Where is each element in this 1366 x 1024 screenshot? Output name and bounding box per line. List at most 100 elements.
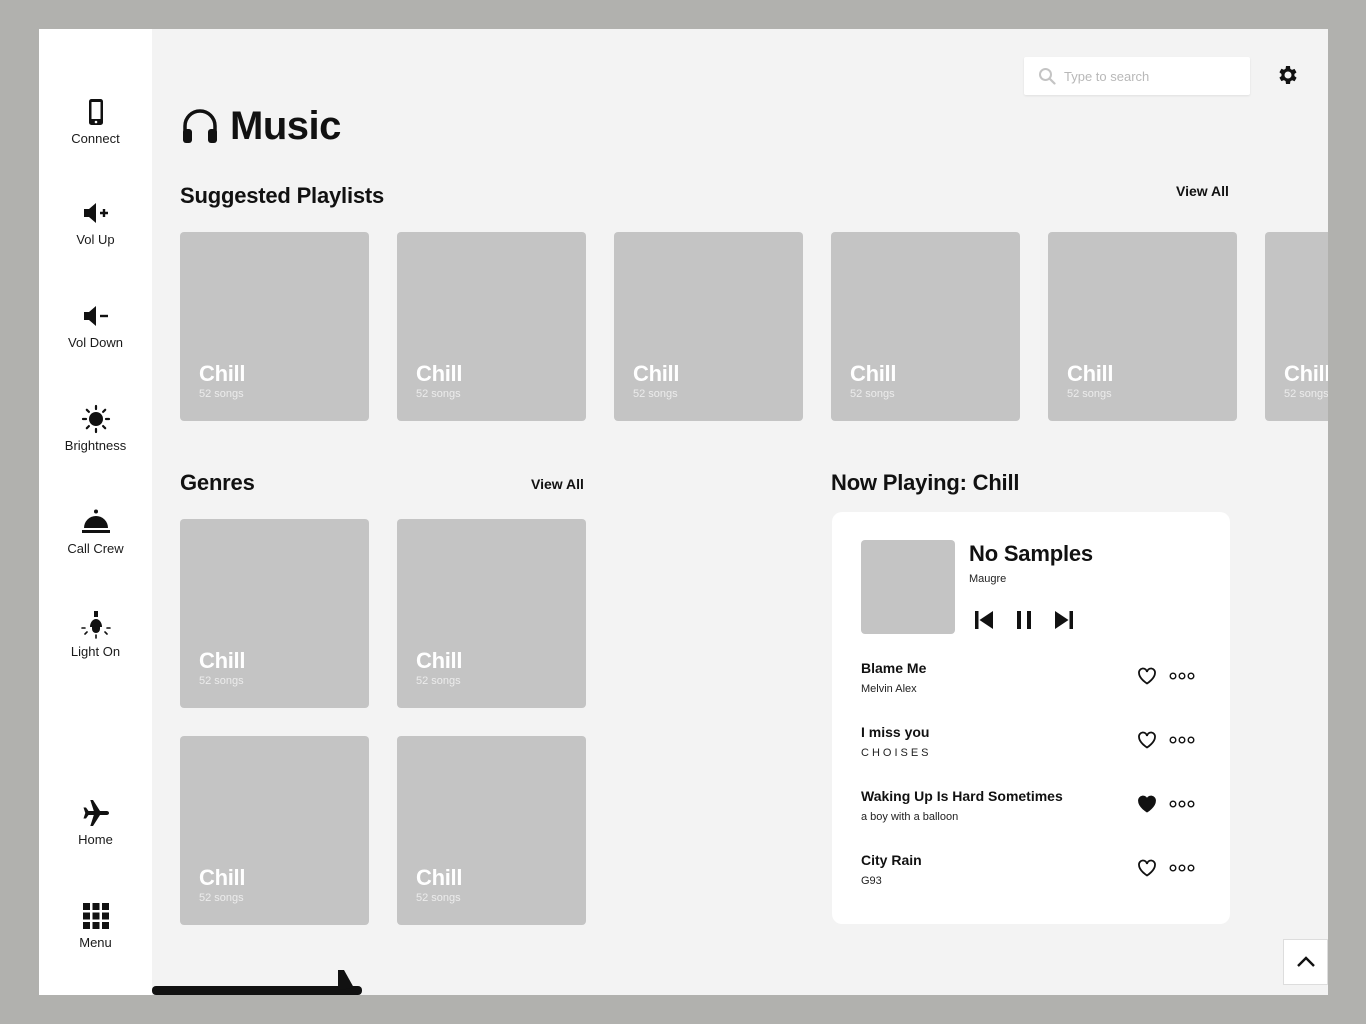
card-subtitle: 52 songs [1067,388,1112,400]
song-title: Waking Up Is Hard Sometimes [861,788,1063,804]
card-title: Chill [199,361,246,386]
playlist-card[interactable]: Chill 52 songs [614,232,803,421]
search-box[interactable] [1024,57,1250,95]
sidebar-item-menu[interactable]: Menu [39,901,152,950]
card-subtitle: 52 songs [199,675,244,687]
sidebar-item-label: Home [78,832,113,847]
current-track-artist: Maugre [969,573,1007,585]
card-subtitle: 52 songs [1284,388,1328,400]
suggested-playlists-title: Suggested Playlists [180,183,385,208]
sidebar-item-label: Menu [79,935,112,950]
sidebar: Connect Vol Up Vol Down Brightness Call … [39,29,152,995]
sidebar-item-label: Connect [71,131,120,146]
suggested-view-all-link[interactable]: View All [1176,183,1229,199]
playlist-card[interactable]: Chill 52 songs [831,232,1020,421]
card-title: Chill [416,865,463,890]
card-subtitle: 52 songs [416,892,461,904]
sidebar-item-label: Light On [70,644,121,659]
playlist-card[interactable]: Chill 52 songs [180,232,369,421]
now-playing-title: Now Playing: Chill [831,470,1020,495]
sun-icon [39,404,152,434]
genre-card[interactable]: Chill 52 songs [397,519,586,708]
volume-down-icon [39,301,152,331]
more-options-icon[interactable] [1169,670,1195,682]
card-title: Chill [416,361,463,386]
song-title: Blame Me [861,660,927,676]
card-title: Chill [199,865,246,890]
genre-card[interactable]: Chill 52 songs [180,736,369,925]
sidebar-item-vol-down[interactable]: Vol Down [39,301,152,350]
sidebar-item-label: Call Crew [67,541,124,556]
genres-title: Genres [180,470,255,495]
card-title: Chill [1067,361,1114,386]
song-title: City Rain [861,852,922,868]
heart-outline-icon[interactable] [1137,731,1157,749]
card-subtitle: 52 songs [416,388,461,400]
more-options-icon[interactable] [1169,862,1195,874]
card-subtitle: 52 songs [850,388,895,400]
genre-card[interactable]: Chill 52 songs [397,736,586,925]
scroll-to-top-button[interactable] [1283,939,1328,985]
sidebar-item-connect[interactable]: Connect [39,97,152,146]
song-row[interactable]: Blame Me Melvin Alex [861,660,1201,704]
song-row[interactable]: I miss you CHOISES [861,724,1201,768]
sidebar-item-home[interactable]: Home [39,798,152,847]
search-icon [1039,68,1056,85]
lamp-icon [39,610,152,640]
chevron-up-icon [1297,956,1315,967]
main-content: Music Suggested Playlists View All Chill… [152,29,1328,995]
sidebar-item-label: Vol Down [68,335,123,350]
album-art [861,540,955,634]
card-title: Chill [850,361,897,386]
headphones-icon [183,109,217,143]
sidebar-item-light-on[interactable]: Light On [39,610,152,659]
song-artist: Melvin Alex [861,683,917,695]
grid-icon [39,901,152,931]
page-title: Music [180,103,341,149]
card-title: Chill [199,648,246,673]
playlist-card[interactable]: Chill 52 songs [397,232,586,421]
song-row[interactable]: Waking Up Is Hard Sometimes a boy with a… [861,788,1201,832]
heart-outline-icon[interactable] [1137,667,1157,685]
genres-view-all-link[interactable]: View All [531,476,584,492]
phone-icon [39,97,152,127]
heart-filled-icon[interactable] [1137,795,1157,813]
airplane-icon [39,798,152,828]
flight-progress-bar [152,970,362,995]
skip-forward-icon [1055,611,1073,629]
sidebar-item-label: Vol Up [76,232,115,247]
playlist-card[interactable]: Chill 52 songs [1048,232,1237,421]
sidebar-item-call-crew[interactable]: Call Crew [39,507,152,556]
service-bell-icon [39,507,152,537]
previous-button[interactable] [972,608,996,637]
skip-back-icon [975,611,993,629]
settings-button[interactable] [1276,63,1300,92]
page-title-text: Music [230,103,341,148]
playlist-card[interactable]: Chill 52 songs [1265,232,1328,421]
more-options-icon[interactable] [1169,734,1195,746]
card-title: Chill [416,648,463,673]
genre-card[interactable]: Chill 52 songs [180,519,369,708]
card-title: Chill [1284,361,1328,386]
search-input[interactable] [1064,57,1244,95]
pause-icon [1017,611,1031,629]
card-title: Chill [633,361,680,386]
song-title: I miss you [861,724,930,740]
card-subtitle: 52 songs [416,675,461,687]
sidebar-item-vol-up[interactable]: Vol Up [39,198,152,247]
sidebar-item-brightness[interactable]: Brightness [39,404,152,453]
now-playing-panel: No Samples Maugre Blame Me Melvin Alex I… [832,512,1230,924]
app-frame: Connect Vol Up Vol Down Brightness Call … [39,29,1328,995]
card-subtitle: 52 songs [199,388,244,400]
heart-outline-icon[interactable] [1137,859,1157,877]
song-artist: CHOISES [861,747,932,759]
pause-button[interactable] [1012,608,1036,637]
next-button[interactable] [1052,608,1076,637]
gear-icon [1279,66,1297,84]
more-options-icon[interactable] [1169,798,1195,810]
card-subtitle: 52 songs [633,388,678,400]
song-row[interactable]: City Rain G93 [861,852,1201,896]
card-subtitle: 52 songs [199,892,244,904]
volume-up-icon [39,198,152,228]
song-artist: G93 [861,875,882,887]
